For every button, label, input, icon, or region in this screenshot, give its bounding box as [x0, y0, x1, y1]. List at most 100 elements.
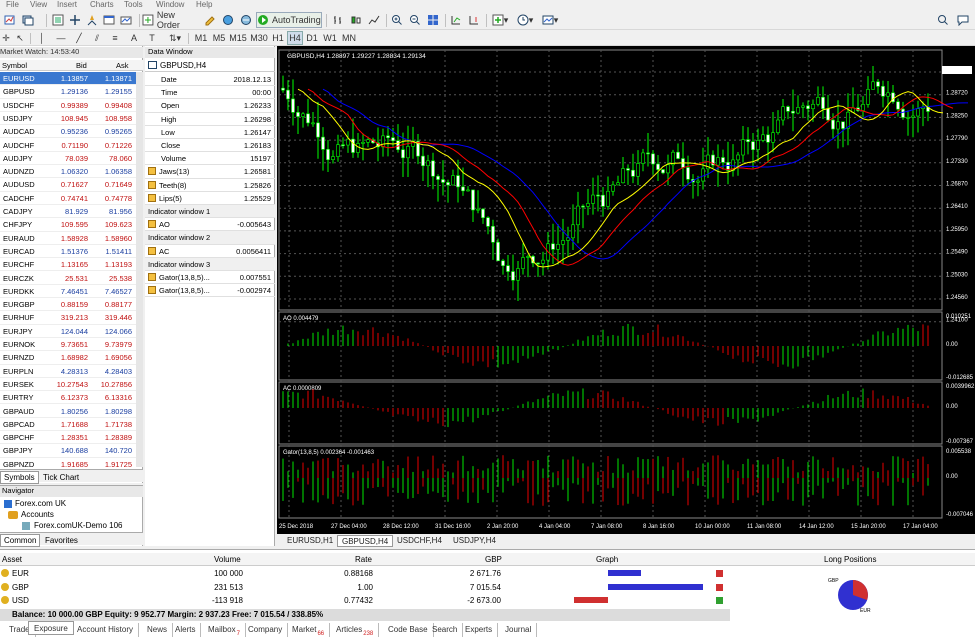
new-order-button[interactable]: New Order: [142, 10, 200, 30]
symbol-row[interactable]: GBPCHF 1.28351 1.28389: [0, 431, 136, 445]
bottom-tab-company[interactable]: Company: [243, 623, 289, 637]
symbol-row[interactable]: EURSEK 10.27543 10.27856: [0, 378, 136, 392]
bottom-tab-account-history[interactable]: Account History: [72, 623, 140, 637]
symbol-row[interactable]: EURUSD 1.13857 1.13871: [0, 72, 136, 86]
symbol-row[interactable]: CADCHF 0.74741 0.74778: [0, 192, 136, 205]
symbol-row[interactable]: USDCHF 0.99389 0.99408: [0, 99, 136, 112]
symbol-row[interactable]: EURCAD 1.51376 1.51411: [0, 245, 136, 259]
vertical-line-icon[interactable]: │: [36, 31, 48, 45]
symbol-row[interactable]: EURGBP 0.88159 0.88177: [0, 298, 136, 312]
symbol-row[interactable]: AUDJPY 78.039 78.060: [0, 152, 136, 166]
tf-h4[interactable]: H4: [287, 31, 303, 45]
bottom-tab-exposure[interactable]: Exposure: [28, 621, 74, 635]
bottom-tab-news[interactable]: News: [142, 623, 174, 637]
bottom-tab-articles[interactable]: Articles238: [331, 623, 380, 637]
symbol-row[interactable]: CADJPY 81.929 81.956: [0, 205, 136, 219]
chart-tab-gbpusd[interactable]: GBPUSD,H4: [337, 535, 394, 547]
tf-m30[interactable]: M30: [249, 31, 269, 45]
zoom-in-icon[interactable]: [389, 13, 405, 27]
horizontal-line-icon[interactable]: —: [54, 31, 68, 45]
text-label-icon[interactable]: T: [146, 31, 158, 45]
symbol-row[interactable]: GBPCAD 1.71688 1.71738: [0, 418, 136, 432]
bottom-tab-experts[interactable]: Experts: [460, 623, 499, 637]
market-icon[interactable]: [238, 13, 254, 27]
symbol-row[interactable]: EURAUD 1.58928 1.58960: [0, 232, 136, 245]
arrows-icon[interactable]: ⇅▾: [166, 31, 184, 45]
symbol-row[interactable]: EURHUF 319.213 319.446: [0, 311, 136, 325]
chart-tab-usdchf[interactable]: USDCHF,H4: [393, 535, 446, 547]
bottom-tab-alerts[interactable]: Alerts: [170, 623, 202, 637]
tab-symbols[interactable]: Symbols: [0, 471, 39, 484]
menu-tools[interactable]: Tools: [124, 0, 143, 9]
chart-tab-usdjpy[interactable]: USDJPY,H4: [449, 535, 500, 547]
symbol-row[interactable]: EURJPY 124.044 124.066: [0, 325, 136, 338]
tab-tick-chart[interactable]: Tick Chart: [40, 472, 82, 483]
zoom-out-icon[interactable]: [407, 13, 423, 27]
line-chart-icon[interactable]: [366, 13, 382, 27]
cursor-icon[interactable]: ↖: [14, 31, 26, 45]
menu-help[interactable]: Help: [196, 0, 212, 9]
navigator-broker[interactable]: Forex.com UK: [4, 499, 66, 508]
data-window-icon[interactable]: [67, 13, 83, 27]
symbol-row[interactable]: EURNZD 1.68982 1.69056: [0, 351, 136, 365]
chart-area[interactable]: GBPUSD,H4 1.28897 1.29227 1.28834 1.2913…: [277, 46, 975, 534]
chart-shift-icon[interactable]: [466, 13, 482, 27]
menu-file[interactable]: File: [6, 0, 19, 9]
tf-m5[interactable]: M5: [210, 31, 228, 45]
tab-common[interactable]: Common: [0, 534, 41, 547]
tf-h1[interactable]: H1: [270, 31, 286, 45]
profiles-icon[interactable]: [20, 13, 36, 27]
chat-icon[interactable]: [956, 13, 970, 27]
bottom-tab-code-base[interactable]: Code Base: [383, 623, 434, 637]
chart-canvas[interactable]: GBPUSD,H4 1.28897 1.29227 1.28834 1.2913…: [277, 46, 975, 534]
market-watch-icon[interactable]: [50, 13, 66, 27]
symbol-row[interactable]: EURTRY 6.12373 6.13316: [0, 391, 136, 405]
new-chart-icon[interactable]: [2, 13, 18, 27]
bar-chart-icon[interactable]: [330, 13, 346, 27]
menu-window[interactable]: Window: [156, 0, 184, 9]
symbol-row[interactable]: EURDKK 7.46451 7.46527: [0, 285, 136, 299]
symbol-row[interactable]: CHFJPY 109.595 109.623: [0, 218, 136, 232]
crosshair-icon[interactable]: ✛: [0, 31, 12, 45]
symbol-row[interactable]: EURPLN 4.28313 4.28403: [0, 365, 136, 378]
channel-icon[interactable]: ⫽: [90, 31, 104, 45]
text-icon[interactable]: A: [128, 31, 140, 45]
tf-m1[interactable]: M1: [192, 31, 210, 45]
navigator-icon[interactable]: [84, 13, 100, 27]
tf-m15[interactable]: M15: [228, 31, 248, 45]
indicators-icon[interactable]: ▾: [489, 13, 511, 27]
search-icon[interactable]: [936, 13, 950, 27]
symbol-row[interactable]: AUDNZD 1.06320 1.06358: [0, 165, 136, 179]
fibonacci-icon[interactable]: ≡: [108, 31, 122, 45]
symbol-row[interactable]: GBPUSD 1.29136 1.29155: [0, 85, 136, 99]
symbol-row[interactable]: EURCZK 25.531 25.538: [0, 272, 136, 285]
periods-icon[interactable]: ▾: [514, 13, 536, 27]
symbol-row[interactable]: EURNOK 9.73651 9.73979: [0, 338, 136, 352]
symbol-row[interactable]: AUDUSD 0.71627 0.71649: [0, 178, 136, 192]
autotrading-button[interactable]: AutoTrading: [256, 12, 322, 28]
strategy-tester-icon[interactable]: [118, 13, 134, 27]
menu-insert[interactable]: Insert: [57, 0, 77, 9]
bottom-tab-market[interactable]: Market66: [287, 623, 331, 637]
navigator-demo-account[interactable]: Forex.comUK-Demo 106: [22, 521, 122, 530]
menu-charts[interactable]: Charts: [90, 0, 114, 9]
symbol-row[interactable]: AUDCAD 0.95236 0.95265: [0, 125, 136, 139]
exposure-row[interactable]: USD -113 918 0.77432 -2 673.00: [0, 594, 975, 607]
tf-mn[interactable]: MN: [340, 31, 358, 45]
candlestick-icon[interactable]: [348, 13, 364, 27]
symbol-row[interactable]: EURCHF 1.13165 1.13193: [0, 258, 136, 272]
tile-windows-icon[interactable]: [425, 13, 441, 27]
metaeditor-icon[interactable]: [202, 13, 218, 27]
symbol-row[interactable]: USDJPY 108.945 108.958: [0, 112, 136, 126]
terminal-icon[interactable]: [101, 13, 117, 27]
symbol-row[interactable]: AUDCHF 0.71190 0.71226: [0, 139, 136, 152]
tf-d1[interactable]: D1: [304, 31, 320, 45]
chart-tab-eurusd[interactable]: EURUSD,H1: [283, 535, 337, 547]
tab-favorites[interactable]: Favorites: [42, 535, 81, 546]
navigator-accounts[interactable]: Accounts: [8, 510, 54, 519]
signals-icon[interactable]: [220, 13, 236, 27]
bottom-tab-mailbox[interactable]: Mailbox7: [203, 623, 246, 637]
market-watch-scrollbar[interactable]: [136, 72, 143, 467]
menu-view[interactable]: View: [30, 0, 47, 9]
auto-scroll-icon[interactable]: [448, 13, 464, 27]
